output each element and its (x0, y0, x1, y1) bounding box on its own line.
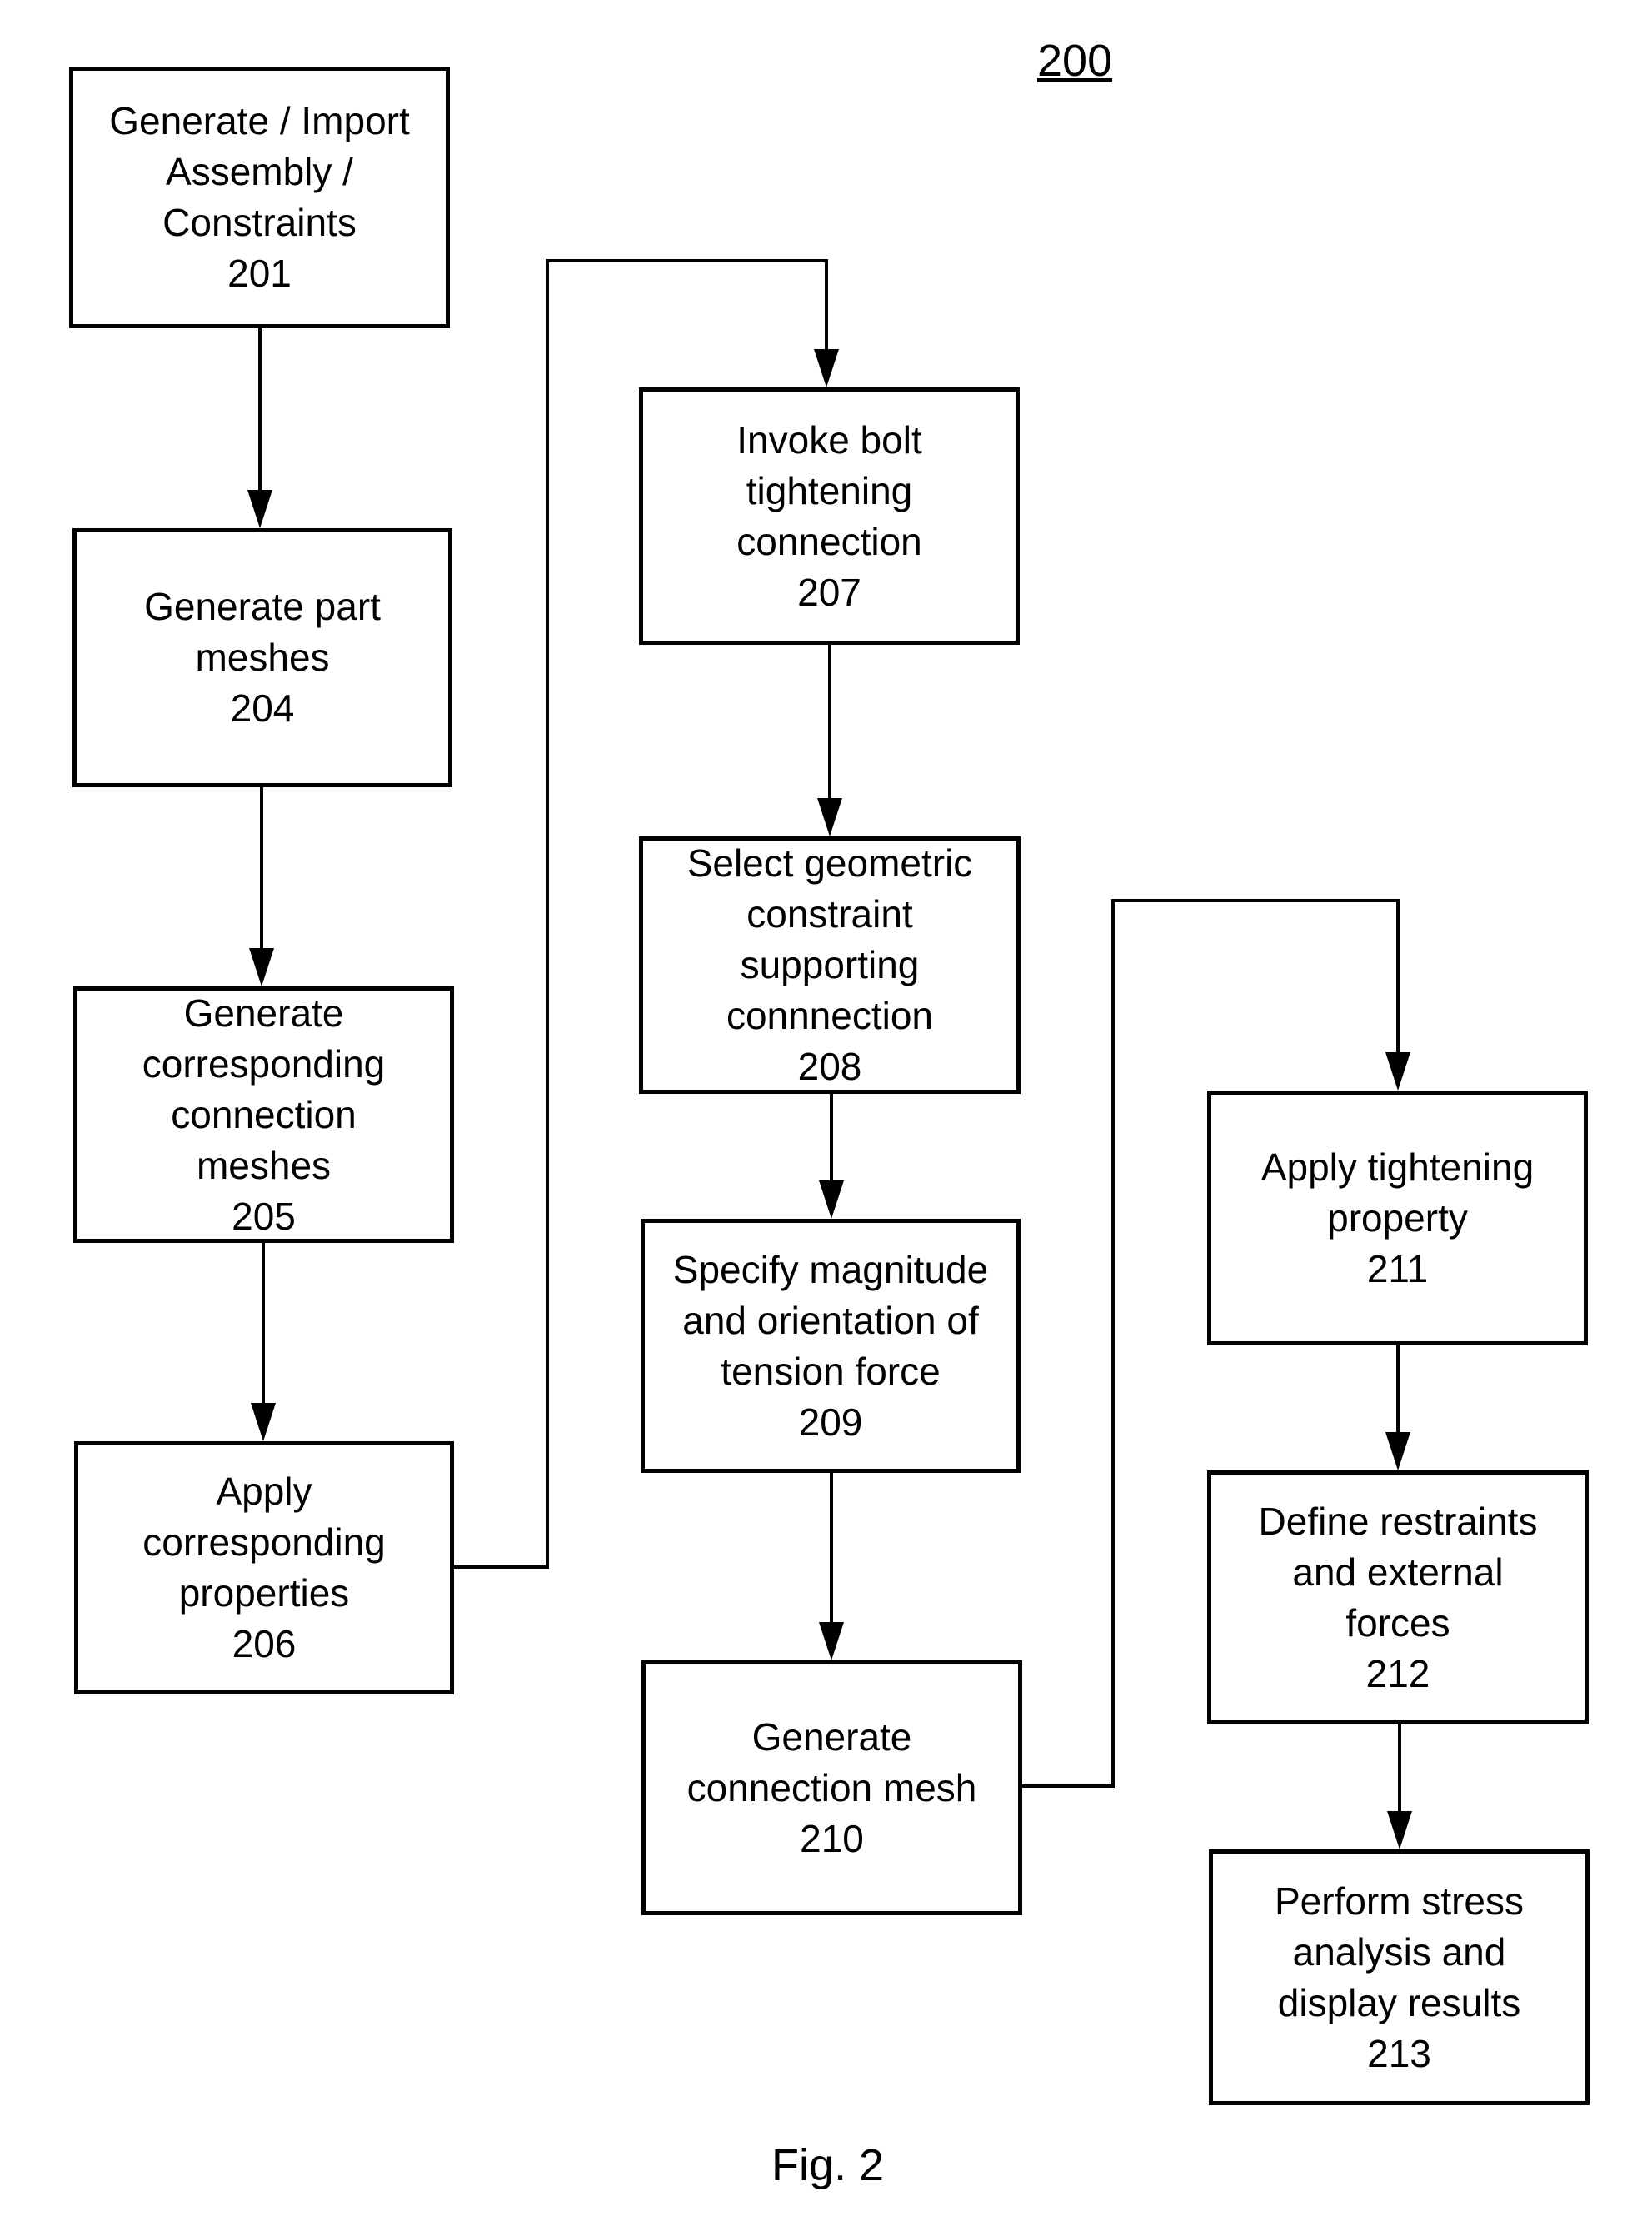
step-box-210: Generate connection mesh 210 (641, 1660, 1022, 1915)
step-ref-number: 210 (800, 1816, 864, 1860)
step-box-209: Specify magnitude and orientation of ten… (641, 1219, 1021, 1473)
step-label: Invoke bolt tightening connection (736, 417, 922, 563)
arrowhead-icon (817, 798, 842, 836)
step-box-204: Generate part meshes 204 (72, 528, 452, 787)
step-box-211: Apply tightening property 211 (1207, 1091, 1588, 1345)
step-ref-number: 201 (227, 252, 292, 295)
step-ref-number: 208 (797, 1045, 862, 1088)
step-ref-number: 204 (230, 686, 295, 730)
step-label: Select geometric constraint supporting c… (686, 841, 973, 1037)
step-label: Specify magnitude and orientation of ten… (672, 1247, 989, 1393)
arrowhead-icon (247, 490, 272, 528)
figure-caption: Fig. 2 (771, 2140, 885, 2190)
step-ref-number: 211 (1366, 1246, 1429, 1290)
step-box-206: Apply corresponding properties 206 (74, 1441, 454, 1694)
arrowhead-icon (819, 1622, 844, 1660)
figure-reference-number: 200 (1037, 36, 1113, 86)
step-ref-number: 213 (1367, 2031, 1431, 2075)
step-ref-number: 207 (797, 570, 861, 614)
arrowhead-icon (1387, 1811, 1412, 1849)
step-ref-number: 205 (232, 1194, 296, 1238)
step-ref-number: 209 (798, 1400, 863, 1444)
step-box-205: Generate corresponding connection meshes… (73, 986, 454, 1243)
step-label: Perform stress analysis and display resu… (1274, 1879, 1525, 2024)
arrowhead-icon (249, 948, 274, 986)
step-ref-number: 206 (232, 1622, 297, 1665)
step-label: Define restraints and external forces (1258, 1499, 1538, 1645)
arrowhead-icon (1385, 1432, 1410, 1470)
step-label: Generate part meshes (144, 585, 381, 679)
step-label: Generate connection mesh (686, 1714, 977, 1809)
step-label: Apply tightening property (1260, 1145, 1535, 1240)
arrowhead-icon (819, 1180, 844, 1219)
step-box-208: Select geometric constraint supporting c… (639, 836, 1021, 1094)
step-label: Generate corresponding connection meshes (142, 991, 386, 1187)
step-box-207: Invoke bolt tightening connection 207 (639, 387, 1020, 645)
step-box-212: Define restraints and external forces 21… (1207, 1470, 1589, 1724)
arrowhead-icon (1385, 1052, 1410, 1091)
step-box-201: Generate / Import Assembly / Constraints… (69, 67, 450, 328)
arrowhead-icon (251, 1403, 276, 1441)
step-label: Apply corresponding properties (142, 1470, 386, 1615)
step-box-213: Perform stress analysis and display resu… (1209, 1849, 1590, 2105)
step-ref-number: 212 (1365, 1651, 1430, 1695)
arrowhead-icon (814, 349, 839, 387)
step-label: Generate / Import Assembly / Constraints (109, 99, 410, 244)
